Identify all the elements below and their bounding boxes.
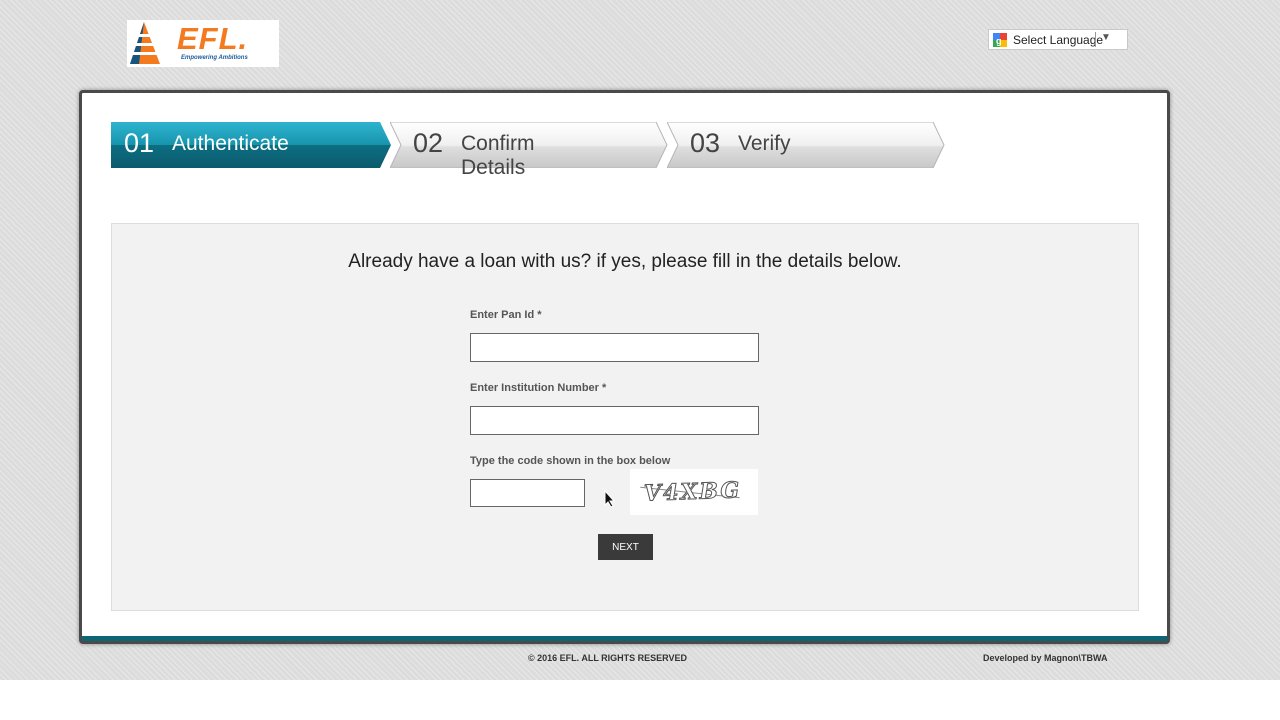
- svg-text:g: g: [996, 36, 1002, 46]
- dropdown-arrow-icon: ▼: [1101, 32, 1111, 43]
- page-bottom-strip: [0, 680, 1280, 720]
- next-button[interactable]: NEXT: [598, 534, 653, 560]
- institution-number-label: Enter Institution Number *: [470, 382, 607, 394]
- captcha-label: Type the code shown in the box below: [470, 455, 671, 467]
- main-panel: 01 Authenticate 02 Confirm Details 03 Ve…: [79, 90, 1170, 644]
- language-divider: [1095, 32, 1096, 47]
- efl-logo[interactable]: EFL. Empowering Ambitions: [127, 20, 279, 67]
- authentication-form: Already have a loan with us? if yes, ple…: [111, 223, 1139, 611]
- captcha-code: V4XBG: [643, 477, 742, 507]
- logo-text: EFL.: [177, 21, 249, 56]
- form-headline: Already have a loan with us? if yes, ple…: [348, 251, 902, 272]
- mouse-cursor-icon: [604, 490, 616, 508]
- copyright-text: © 2016 EFL. ALL RIGHTS RESERVED: [528, 653, 688, 663]
- pan-id-label: Enter Pan Id *: [470, 309, 542, 321]
- step-label: Verify: [738, 132, 791, 155]
- step-number: 02: [413, 128, 444, 158]
- step-number: 01: [124, 128, 155, 158]
- pan-id-input[interactable]: [470, 333, 759, 362]
- logo-triangle-icon: [130, 22, 160, 64]
- captcha-input[interactable]: [470, 479, 585, 507]
- step-label: Confirm Details: [461, 132, 535, 179]
- panel-bottom-bar: [82, 636, 1167, 641]
- language-label: Select Language: [1013, 33, 1104, 47]
- language-select[interactable]: g Select Language ▼: [988, 29, 1128, 50]
- captcha-image: V4XBG: [630, 469, 758, 515]
- logo-tagline: Empowering Ambitions: [181, 55, 248, 61]
- step-label: Authenticate: [172, 132, 289, 155]
- developed-by-link[interactable]: Developed by Magnon\TBWA: [983, 653, 1108, 663]
- step-number: 03: [690, 128, 721, 158]
- google-translate-icon: g: [993, 33, 1007, 47]
- institution-number-input[interactable]: [470, 406, 759, 435]
